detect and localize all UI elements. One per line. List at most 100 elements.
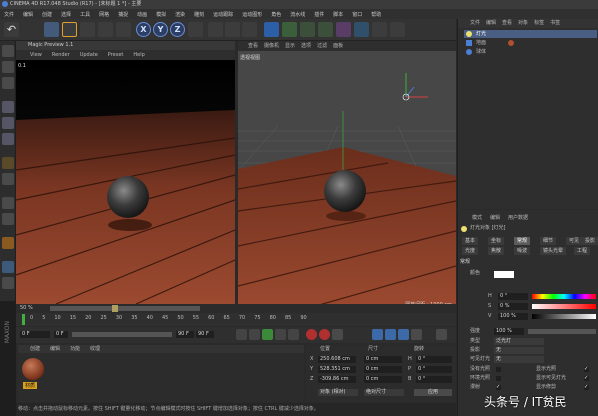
tab-lens-flare[interactable]: 镜头光晕	[540, 247, 567, 255]
object-row-sphere[interactable]: 球体	[464, 48, 597, 56]
ambient-checkbox[interactable]	[496, 376, 501, 381]
menu-item[interactable]: 显示	[285, 41, 295, 51]
max-frame-field[interactable]: 90 F	[196, 331, 214, 338]
menu-item[interactable]: 文件	[470, 19, 480, 28]
menu-item[interactable]: 脚本	[333, 11, 343, 18]
grid-icon[interactable]	[2, 261, 14, 273]
menu-item[interactable]: 运动图形	[242, 11, 262, 18]
y-axis-lock-button[interactable]: Y	[153, 22, 168, 37]
show-clipping-checkbox[interactable]: ✓	[584, 385, 589, 390]
recent-tool-button[interactable]	[116, 22, 131, 37]
tab-details[interactable]: 细节	[540, 237, 557, 245]
rotation-b-field[interactable]: 0 °	[416, 376, 452, 383]
menu-item[interactable]: 插件	[314, 11, 324, 18]
perspective-viewport[interactable]: 查看 摄像机 显示 选项 过滤 面板 透视视图	[238, 41, 456, 311]
object-row-floor[interactable]: 地面	[464, 39, 597, 47]
menu-item[interactable]: 选择	[61, 11, 71, 18]
deformer-icon[interactable]	[336, 22, 351, 37]
color-swatch[interactable]	[494, 271, 514, 278]
show-visible-light-checkbox[interactable]: ✓	[584, 376, 589, 381]
make-editable-icon[interactable]	[2, 45, 14, 57]
menu-item[interactable]: 对象	[518, 19, 528, 28]
menu-item[interactable]: 选项	[301, 41, 311, 51]
menu-item[interactable]: Render	[52, 50, 70, 60]
current-frame-field[interactable]: 0 F	[20, 331, 50, 338]
menu-item[interactable]: 角色	[271, 11, 281, 18]
menu-item[interactable]: 雕刻	[194, 11, 204, 18]
menu-item[interactable]: Help	[133, 50, 144, 60]
texture-mode-icon[interactable]	[2, 61, 14, 73]
material-tag-icon[interactable]	[508, 40, 514, 46]
value-field[interactable]: 100 %	[498, 313, 528, 320]
menu-item[interactable]: 创建	[42, 11, 52, 18]
menu-item[interactable]: 书签	[550, 19, 560, 28]
position-x-field[interactable]: 250.608 cm	[318, 356, 356, 363]
intensity-field[interactable]: 100 %	[494, 328, 524, 335]
start-frame-field[interactable]: 0 F	[54, 331, 68, 338]
render-settings-icon[interactable]	[242, 22, 257, 37]
tab-caustics[interactable]: 焦散	[488, 247, 505, 255]
menu-item[interactable]: 编辑	[50, 345, 60, 353]
quantize-icon[interactable]	[2, 277, 14, 289]
material-name[interactable]: 材质	[23, 382, 38, 389]
nurbs-icon[interactable]	[300, 22, 315, 37]
menu-item[interactable]: 创建	[30, 345, 40, 353]
playhead[interactable]	[22, 314, 25, 325]
tab-general[interactable]: 常规	[514, 237, 531, 245]
menu-item[interactable]: 摄像机	[264, 41, 279, 51]
key-scale-icon[interactable]	[385, 329, 396, 340]
key-position-icon[interactable]	[372, 329, 383, 340]
menu-item[interactable]: 工具	[80, 11, 90, 18]
polygons-mode-icon[interactable]	[2, 133, 14, 145]
menu-item[interactable]: 编辑	[490, 214, 500, 222]
rotation-h-field[interactable]: 0 °	[416, 356, 452, 363]
next-key-icon[interactable]	[275, 329, 286, 340]
saturation-slider[interactable]	[532, 304, 596, 309]
menu-item[interactable]: 捕捉	[118, 11, 128, 18]
undo-button[interactable]: ↶	[4, 22, 19, 37]
menu-item[interactable]: 过滤	[317, 41, 327, 51]
magnet-icon[interactable]	[2, 237, 14, 249]
camera-icon[interactable]	[372, 22, 387, 37]
move-tool-button[interactable]	[62, 22, 77, 37]
size-z-field[interactable]: 0 cm	[364, 376, 402, 383]
menu-item[interactable]: 运动跟踪	[213, 11, 233, 18]
render-picture-viewer-icon[interactable]	[225, 22, 240, 37]
tab-photometric[interactable]: 光度	[462, 247, 479, 255]
menu-item[interactable]: 编辑	[23, 11, 33, 18]
floor-icon[interactable]	[354, 22, 369, 37]
tab-shadow[interactable]: 投影	[582, 237, 598, 245]
object-row-light[interactable]: 灯光	[464, 30, 597, 38]
coordinate-mode-select[interactable]: 对象 (相对)	[318, 389, 358, 396]
menu-item[interactable]: 模拟	[156, 11, 166, 18]
rotate-tool-button[interactable]	[98, 22, 113, 37]
light-bulb-icon[interactable]	[390, 22, 405, 37]
menu-item[interactable]: 功能	[70, 345, 80, 353]
menu-item[interactable]: 用户数据	[508, 214, 528, 222]
position-y-field[interactable]: 528.351 cm	[318, 366, 356, 373]
intensity-slider[interactable]	[528, 329, 596, 334]
edges-mode-icon[interactable]	[2, 117, 14, 129]
render-view-icon[interactable]	[208, 22, 223, 37]
spline-pen-icon[interactable]	[282, 22, 297, 37]
tab-basic[interactable]: 基本	[462, 237, 479, 245]
size-x-field[interactable]: 0 cm	[364, 356, 402, 363]
select-tool-button[interactable]	[44, 22, 59, 37]
menu-item[interactable]: 网格	[99, 11, 109, 18]
go-to-end-icon[interactable]	[288, 329, 299, 340]
range-slider[interactable]	[72, 332, 172, 337]
value-slider[interactable]	[532, 314, 596, 319]
show-illumination-checkbox[interactable]: ✓	[584, 367, 589, 372]
preview-slider-handle[interactable]	[112, 305, 118, 312]
soft-selection-icon[interactable]	[2, 197, 14, 209]
material-thumbnail[interactable]	[22, 358, 44, 380]
size-y-field[interactable]: 0 cm	[364, 366, 402, 373]
menu-item[interactable]: 文件	[4, 11, 14, 18]
key-parameter-icon[interactable]	[411, 329, 422, 340]
end-frame-field[interactable]: 90 F	[176, 331, 194, 338]
previous-key-icon[interactable]	[249, 329, 260, 340]
snap-icon[interactable]	[2, 157, 14, 169]
menu-item[interactable]: Update	[80, 50, 98, 60]
position-z-field[interactable]: -309.86 cm	[318, 376, 356, 383]
menu-item[interactable]: 流水线	[290, 11, 305, 18]
